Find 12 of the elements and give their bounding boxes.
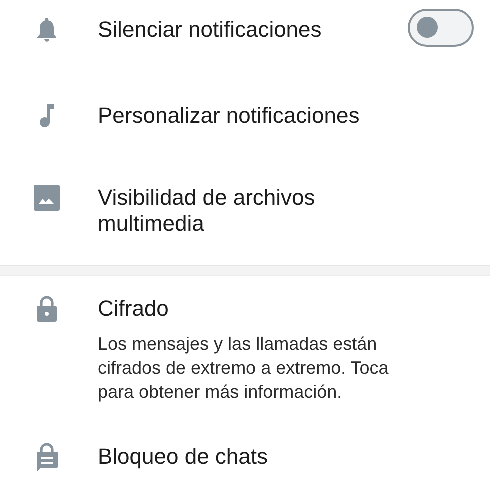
toggle-switch[interactable] (408, 9, 474, 47)
setting-description: Los mensajes y las llamadas están cifrados de extremo a extremo. Toca para obtener más información. (98, 333, 390, 404)
music-note-icon (39, 103, 55, 129)
setting-title[interactable]: Bloqueo de chats (98, 444, 408, 470)
setting-title[interactable]: Personalizar notificaciones (98, 103, 408, 129)
setting-title[interactable]: Visibilidad de archivos multimedia (98, 185, 408, 237)
chat-lock-icon (35, 442, 59, 472)
setting-title[interactable]: Silenciar notificaciones (98, 17, 408, 43)
bell-icon (36, 17, 58, 43)
lock-icon (36, 295, 58, 323)
setting-title[interactable]: Cifrado (98, 296, 408, 322)
image-icon (34, 185, 60, 211)
